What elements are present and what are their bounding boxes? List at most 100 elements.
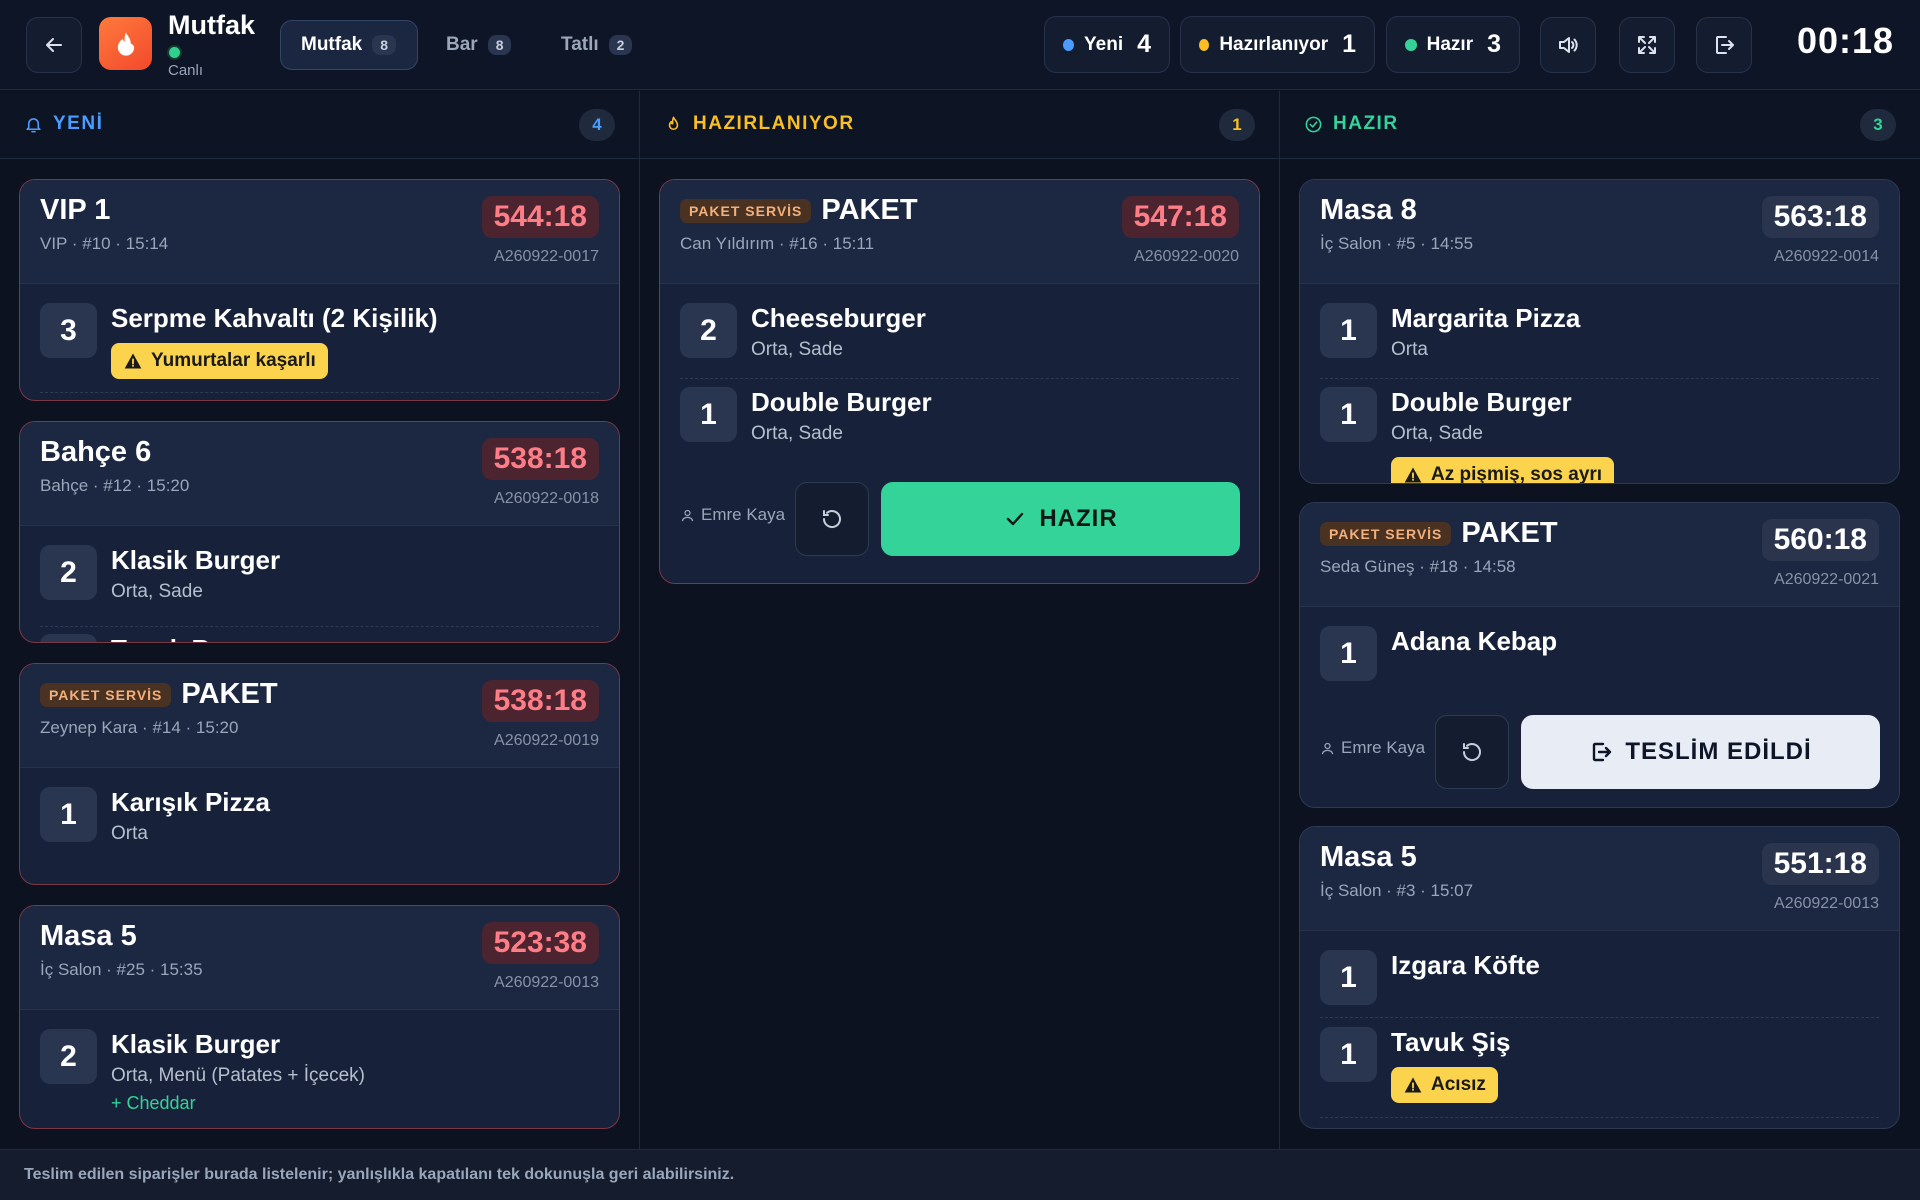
order-card[interactable]: Masa 8 İç Salon · #5 · 14:55 563:18 A260… bbox=[1299, 179, 1900, 484]
order-title: PAKET SERVİS PAKET bbox=[1320, 517, 1558, 550]
order-header: PAKET SERVİS PAKET Can Yıldırım · #16 · … bbox=[660, 180, 1259, 284]
status-dot bbox=[1405, 38, 1417, 51]
order-number: A260922-0020 bbox=[1134, 248, 1239, 265]
assignee-name: Emre Kaya bbox=[1341, 738, 1426, 757]
order-meta: Seda Güneş · #18 · 14:58 bbox=[1320, 557, 1516, 576]
item-name: Margarita Pizza bbox=[1391, 303, 1581, 333]
order-card[interactable]: Masa 5 İç Salon · #3 · 15:07 551:18 A260… bbox=[1299, 826, 1900, 1129]
order-header: VIP 1 VIP · #10 · 15:14 544:18 A260922-0… bbox=[20, 180, 619, 284]
stat-count: 3 bbox=[1487, 30, 1501, 58]
fullscreen-button[interactable] bbox=[1619, 17, 1675, 73]
order-item: 2 Cheeseburger Orta, Sade bbox=[680, 303, 1239, 373]
order-card[interactable]: PAKET SERVİS PAKET Seda Güneş · #18 · 14… bbox=[1299, 502, 1900, 808]
live-status-dot bbox=[169, 47, 180, 58]
clock: 00:18 bbox=[1797, 20, 1895, 61]
order-item: 1 Adana Kebap bbox=[1320, 626, 1879, 696]
column-header: YENİ 4 bbox=[0, 91, 639, 159]
back-button[interactable] bbox=[26, 17, 82, 73]
item-note-text: Yumurtalar kaşarlı bbox=[151, 350, 316, 371]
order-item: 1 Tavuk Şiş Acısız bbox=[1320, 1027, 1879, 1127]
tab-mutfak[interactable]: Mutfak 8 bbox=[280, 20, 418, 70]
expand-icon bbox=[1638, 36, 1656, 54]
stat-count: 4 bbox=[1137, 30, 1151, 58]
order-meta: Can Yıldırım · #16 · 15:11 bbox=[680, 234, 875, 253]
order-title: Masa 8 bbox=[1320, 194, 1417, 227]
order-title-text: Masa 8 bbox=[1320, 194, 1417, 226]
mark-delivered-button[interactable]: TESLİM EDİLDİ bbox=[1521, 715, 1880, 789]
order-card[interactable]: Bahçe 6 Bahçe · #12 · 15:20 538:18 A2609… bbox=[19, 421, 620, 643]
order-item: 2 Klasik Burger Orta, Sade bbox=[40, 545, 599, 615]
item-quantity: 1 bbox=[680, 387, 737, 442]
order-title-text: Masa 5 bbox=[40, 920, 137, 952]
item-note-text: Acısız bbox=[1431, 1074, 1486, 1095]
logout-icon bbox=[1593, 742, 1612, 762]
user-icon bbox=[681, 509, 694, 521]
undo-button[interactable] bbox=[1435, 715, 1509, 789]
order-number: A260922-0017 bbox=[494, 248, 599, 265]
order-card[interactable]: VIP 1 VIP · #10 · 15:14 544:18 A260922-0… bbox=[19, 179, 620, 401]
tab-label: Bar bbox=[446, 34, 478, 55]
order-meta: İç Salon · #3 · 15:07 bbox=[1320, 881, 1474, 900]
order-number: A260922-0021 bbox=[1774, 571, 1879, 588]
stat-ready[interactable]: Hazır 3 bbox=[1386, 16, 1520, 73]
tab-tatli[interactable]: Tatlı 2 bbox=[541, 20, 652, 70]
order-title-text: Bahçe 6 bbox=[40, 436, 152, 468]
column-header: HAZIR 3 bbox=[1280, 91, 1920, 159]
order-title-text: Masa 5 bbox=[1320, 841, 1417, 873]
order-number: A260922-0018 bbox=[494, 490, 599, 507]
order-timer: 538:18 bbox=[481, 680, 599, 722]
tab-bar[interactable]: Bar 8 bbox=[426, 20, 531, 70]
item-note: Acısız bbox=[1391, 1067, 1498, 1103]
footer-hint: Teslim edilen siparişler burada listelen… bbox=[0, 1149, 1920, 1200]
stat-preparing[interactable]: Hazırlanıyor 1 bbox=[1180, 16, 1375, 73]
stat-new[interactable]: Yeni 4 bbox=[1044, 16, 1170, 73]
assignee: Emre Kaya bbox=[1320, 738, 1425, 758]
warning-icon bbox=[1404, 467, 1422, 483]
item-divider bbox=[1320, 1017, 1879, 1018]
order-header: Masa 8 İç Salon · #5 · 14:55 563:18 A260… bbox=[1300, 180, 1899, 284]
item-name: Adana Kebap bbox=[1391, 626, 1558, 656]
order-item: 1 Karışık Pizza Orta bbox=[40, 787, 599, 857]
undo-icon bbox=[822, 510, 841, 528]
item-extra: + Cheddar bbox=[111, 1093, 196, 1113]
live-status-label: Canlı bbox=[168, 62, 204, 79]
order-card[interactable]: PAKET SERVİS PAKET Can Yıldırım · #16 · … bbox=[659, 179, 1260, 584]
order-card[interactable]: PAKET SERVİS PAKET Zeynep Kara · #14 · 1… bbox=[19, 663, 620, 885]
undo-button[interactable] bbox=[795, 482, 869, 556]
order-card[interactable]: Masa 5 İç Salon · #25 · 15:35 523:38 A26… bbox=[19, 905, 620, 1129]
order-meta: Zeynep Kara · #14 · 15:20 bbox=[40, 718, 239, 737]
order-meta: İç Salon · #5 · 14:55 bbox=[1320, 234, 1474, 253]
button-label: HAZIR bbox=[1039, 505, 1118, 532]
item-divider bbox=[40, 626, 599, 627]
item-quantity: 1 bbox=[40, 634, 97, 642]
status-dot bbox=[1199, 38, 1210, 51]
check-circle-icon bbox=[1305, 116, 1322, 132]
stat-label: Hazırlanıyor bbox=[1219, 33, 1329, 55]
item-options: Orta bbox=[1391, 339, 1428, 360]
logout-button[interactable] bbox=[1696, 17, 1752, 73]
order-header: Bahçe 6 Bahçe · #12 · 15:20 538:18 A2609… bbox=[20, 422, 619, 526]
delivery-tag: PAKET SERVİS bbox=[40, 682, 172, 707]
item-name: Double Burger bbox=[751, 387, 932, 417]
column-count: 3 bbox=[1860, 109, 1896, 141]
order-title-text: PAKET bbox=[181, 678, 278, 710]
order-header: PAKET SERVİS PAKET Seda Güneş · #18 · 14… bbox=[1300, 503, 1899, 607]
order-title: Bahçe 6 bbox=[40, 436, 151, 469]
order-timer: 544:18 bbox=[481, 196, 599, 238]
order-title: Masa 5 bbox=[40, 920, 137, 953]
item-name: Serpme Kahvaltı (2 Kişilik) bbox=[111, 303, 438, 333]
order-header: PAKET SERVİS PAKET Zeynep Kara · #14 · 1… bbox=[20, 664, 619, 768]
order-title: PAKET SERVİS PAKET bbox=[40, 678, 278, 711]
item-divider bbox=[1320, 378, 1879, 379]
column-title-label: HAZIR bbox=[1333, 113, 1399, 134]
order-timer: 538:18 bbox=[481, 438, 599, 480]
column-title: HAZIR bbox=[1304, 113, 1399, 135]
order-item: 1 Tavuk Burger bbox=[40, 634, 599, 642]
sound-button[interactable] bbox=[1540, 17, 1596, 73]
mark-ready-button[interactable]: HAZIR bbox=[881, 482, 1240, 556]
item-options: Orta bbox=[111, 823, 148, 844]
warning-icon bbox=[124, 353, 142, 369]
warning-icon bbox=[1404, 1077, 1422, 1093]
order-timer: 547:18 bbox=[1121, 196, 1239, 238]
column-preparing: HAZIRLANIYOR 1 PAKET SERVİS PAKET Can Yı… bbox=[640, 91, 1279, 1149]
